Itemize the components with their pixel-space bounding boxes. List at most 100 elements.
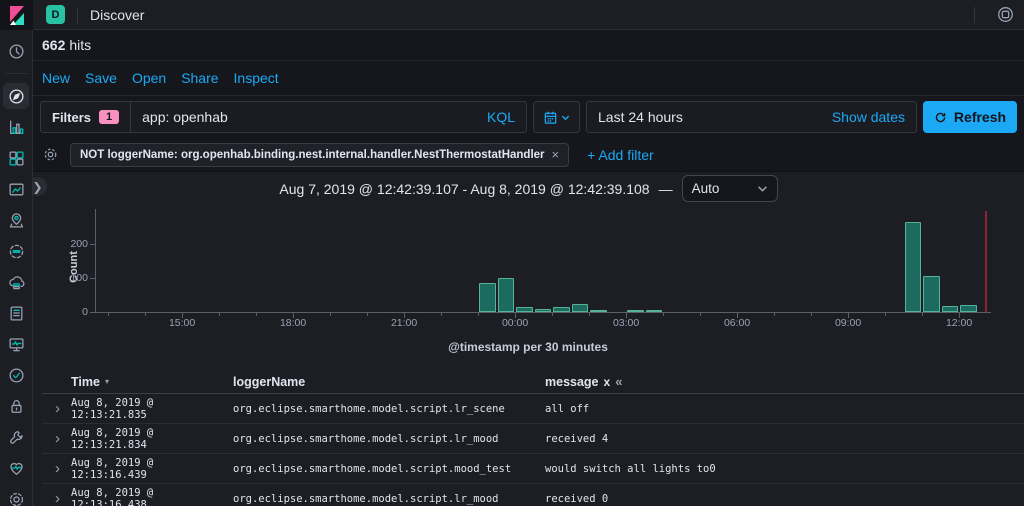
query-input[interactable]: app: openhab [131,109,487,125]
y-tick-mark [90,312,95,313]
histogram-bar[interactable] [960,305,977,312]
x-minor-tick [552,313,554,316]
histogram-bar[interactable] [497,278,515,312]
discover-content: ❯ Aug 7, 2019 @ 12:42:39.107 - Aug 8, 20… [28,171,1024,506]
column-header-message[interactable]: message x « [545,374,1024,389]
sidebar-item-logs[interactable] [3,300,29,326]
menu-link-inspect[interactable]: Inspect [234,70,279,86]
filter-settings-gear-icon[interactable] [43,147,58,162]
gear-icon [9,492,23,506]
user-menu-icon[interactable] [987,6,1024,23]
histogram-bar[interactable] [904,221,922,312]
sidebar-item-apm[interactable] [3,331,29,357]
map-pin-icon [9,212,23,228]
y-tick-label: 100 [70,272,88,284]
logs-icon [10,305,22,321]
sidebar-divider [4,73,28,74]
message-cell: received 4 [545,432,609,445]
histogram-bar[interactable] [516,306,533,312]
filter-remove-icon[interactable]: × [552,147,560,162]
x-minor-tick [219,313,221,316]
sidebar-item-canvas[interactable] [3,176,29,202]
histogram-bar[interactable] [479,283,496,312]
sidebar-item-maps[interactable] [3,207,29,233]
x-tick-label: 06:00 [723,317,751,329]
expand-row-icon[interactable]: › [42,401,71,416]
interval-select[interactable]: Auto [681,175,778,202]
sidebar-item-stack-monitoring[interactable] [3,455,29,481]
app-sidebar [0,0,33,506]
y-axis-line [95,209,96,312]
menu-link-new[interactable]: New [42,70,70,86]
x-minor-tick [700,313,702,316]
x-minor-tick [256,313,258,316]
message-cell: all off [545,402,590,415]
sidebar-item-uptime[interactable] [3,362,29,388]
move-column-left-icon[interactable]: « [615,374,622,389]
menu-link-save[interactable]: Save [85,70,117,86]
histogram-bar[interactable] [923,276,940,312]
histogram-bar[interactable] [534,308,552,312]
hits-label: hits [69,37,92,53]
date-picker-button[interactable] [533,101,580,133]
time-cell: Aug 8, 2019 @ 12:13:16.439 [71,456,154,481]
remove-column-icon[interactable]: x [604,375,611,389]
menu-link-share[interactable]: Share [181,70,218,86]
sidebar-item-visualize[interactable] [3,114,29,140]
query-bar: Filters 1 app: openhab KQL [40,101,527,133]
expand-row-icon[interactable]: › [42,431,71,446]
sidebar-item-metrics[interactable] [3,269,29,295]
kibana-logo[interactable] [0,0,33,30]
histogram-bar[interactable] [590,310,607,312]
menu-link-open[interactable]: Open [132,70,166,86]
sidebar-item-machine-learning[interactable] [3,238,29,264]
x-minor-tick [589,313,591,316]
show-dates-link[interactable]: Show dates [832,109,905,125]
refresh-icon [935,112,946,122]
hits-count: 662 [42,37,66,53]
histogram-bar[interactable] [941,305,959,312]
column-header-time[interactable]: Time ▾ [71,375,233,389]
bar-chart-icon [9,119,24,134]
x-minor-tick [145,313,147,316]
table-row: › Aug 8, 2019 @ 12:13:16.438 org.eclipse.s… [42,484,1024,506]
filters-button[interactable]: Filters 1 [41,102,132,132]
compass-icon [8,88,24,104]
expand-row-icon[interactable]: › [42,491,71,506]
sidebar-item-dashboard[interactable] [3,145,29,171]
y-tick-label: 200 [70,238,88,250]
chart-header: Aug 7, 2019 @ 12:42:39.107 - Aug 8, 2019… [33,172,1024,205]
sort-descending-icon[interactable]: ▾ [105,377,109,386]
expand-row-icon[interactable]: › [42,461,71,476]
histogram-bar[interactable] [627,310,644,312]
x-tick-label: 12:00 [945,317,973,329]
interval-value: Auto [691,181,720,196]
add-filter-link[interactable]: + Add filter [587,147,654,163]
query-language-toggle[interactable]: KQL [487,109,526,125]
x-tick-label: 21:00 [390,317,418,329]
date-range-control[interactable]: Last 24 hours Show dates [586,101,917,133]
histogram-bar[interactable] [645,310,663,312]
sidebar-item-siem[interactable] [3,393,29,419]
heartbeat-icon [9,462,23,475]
x-minor-tick [441,313,443,316]
column-header-loggername[interactable]: loggerName [233,375,545,389]
apm-icon [8,337,24,351]
refresh-button[interactable]: Refresh [923,101,1017,133]
sidebar-item-discover[interactable] [3,83,29,109]
chevron-down-icon [757,183,768,194]
histogram-bar[interactable] [553,306,570,312]
chrome-header: D Discover [33,0,1024,30]
sidebar-item-management[interactable] [3,486,29,506]
sidebar-item-recently-viewed[interactable] [3,38,29,64]
table-row: › Aug 8, 2019 @ 12:13:16.439 org.eclipse.s… [42,454,1024,484]
histogram-chart[interactable]: Count 0 100 200 15:00 18:00 21:00 00:00 03:00 06… [40,205,1016,333]
current-time-marker [985,211,987,312]
filter-pill[interactable]: NOT loggerName: org.openhab.binding.nest… [70,142,570,167]
x-minor-tick [663,313,665,316]
sidebar-item-dev-tools[interactable] [3,424,29,450]
histogram-bar[interactable] [571,303,589,312]
table-row: › Aug 8, 2019 @ 12:13:21.835 org.eclipse.s… [42,394,1024,424]
loggername-cell: org.eclipse.smarthome.model.script.lr_mo… [233,492,499,505]
time-range-value[interactable]: Last 24 hours [598,109,683,125]
